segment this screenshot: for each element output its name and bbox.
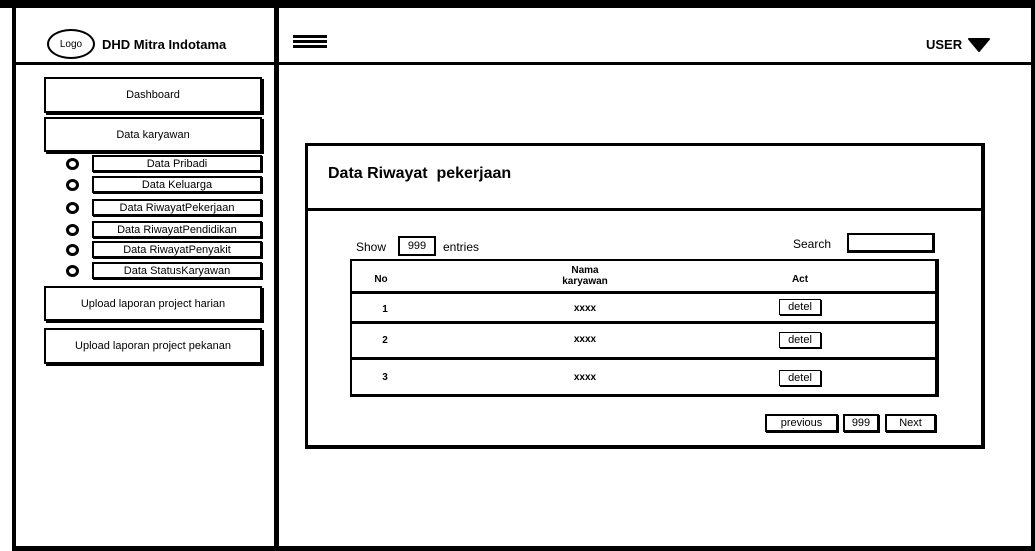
hamburger-icon[interactable] [293, 35, 327, 49]
radio-bullet-icon[interactable] [66, 157, 79, 170]
page-number-button[interactable]: 999 [843, 414, 879, 432]
detail-button[interactable]: detel [779, 299, 821, 315]
sidebar-subitem-data-riwayat-pendidikan[interactable]: Data RiwayatPendidikan [92, 221, 262, 238]
sidebar-subitem-row: Data Pribadi [66, 155, 262, 172]
sidebar-item-label: Data karyawan [116, 128, 190, 141]
frame-right-border [1031, 8, 1035, 551]
panel-divider [305, 208, 985, 211]
frame-bottom-border [12, 546, 1035, 551]
sidebar-subitem-row: Data StatusKaryawan [66, 262, 262, 279]
sidebar-item-label: Dashboard [126, 89, 180, 101]
sidebar-subitem-data-keluarga[interactable]: Data Keluarga [92, 176, 262, 193]
radio-bullet-icon[interactable] [66, 223, 79, 236]
sidebar-divider [274, 8, 279, 548]
row-separator [350, 357, 939, 360]
table-cell-no: 2 [382, 335, 388, 346]
row-separator [350, 321, 939, 324]
sidebar-subitem-row: Data RiwayatPenyakit [66, 241, 262, 258]
previous-button[interactable]: previous [765, 414, 838, 432]
user-label: USER [926, 37, 963, 52]
app-frame: Logo DHD Mitra Indotama USER Dashboard D… [0, 0, 1035, 551]
sidebar-item-upload-harian[interactable]: Upload laporan project harian [44, 286, 262, 321]
search-label: Search [793, 237, 832, 251]
sidebar-subitem-data-pribadi[interactable]: Data Pribadi [92, 155, 262, 172]
radio-bullet-icon[interactable] [66, 243, 79, 256]
table-cell-nama: xxxx [573, 303, 597, 314]
radio-bullet-icon[interactable] [66, 264, 79, 277]
sidebar-item-label: Upload laporan project harian [80, 297, 226, 310]
sidebar-subitem-data-riwayat-pekerjaan[interactable]: Data RiwayatPekerjaan [92, 199, 262, 216]
page-title: Data Riwayat pekerjaan [328, 165, 512, 182]
row-separator [350, 291, 939, 294]
logo-text: Logo [59, 38, 83, 50]
data-table [350, 259, 939, 397]
sidebar-subitem-row: Data RiwayatPekerjaan [66, 199, 262, 216]
entries-per-page-select[interactable]: 999 [398, 236, 436, 256]
sidebar-item-upload-pekanan[interactable]: Upload laporan project pekanan [44, 328, 262, 364]
brand-name: DHD Mitra Indotama [102, 37, 227, 52]
detail-button[interactable]: detel [779, 370, 821, 386]
entries-label: entries [443, 240, 480, 254]
next-button[interactable]: Next [885, 414, 936, 432]
sidebar-item-label: Upload laporan project pekanan [75, 340, 231, 352]
column-header-nama-line1: Nama [571, 265, 599, 276]
show-label: Show [356, 240, 387, 254]
sidebar-item-data-karyawan[interactable]: Data karyawan [44, 117, 262, 152]
detail-button[interactable]: detel [779, 332, 821, 348]
sidebar-subitem-row: Data RiwayatPendidikan [66, 221, 262, 238]
column-header-nama: Nama karyawan [540, 265, 630, 287]
user-menu[interactable]: USER [926, 37, 991, 52]
column-header-no: No [374, 274, 388, 285]
table-cell-nama: xxxx [573, 334, 597, 345]
table-cell-no: 3 [382, 372, 388, 383]
sidebar-item-dashboard[interactable]: Dashboard [44, 77, 262, 113]
sidebar-subitem-data-riwayat-penyakit[interactable]: Data RiwayatPenyakit [92, 241, 262, 258]
table-cell-nama: xxxx [573, 372, 597, 383]
column-header-nama-line2: karyawan [562, 276, 608, 287]
sidebar-subitem-row: Data Keluarga [66, 176, 262, 193]
column-header-act: Act [791, 274, 809, 285]
table-cell-no: 1 [382, 304, 388, 315]
radio-bullet-icon[interactable] [66, 201, 79, 214]
frame-left-border [12, 8, 16, 551]
frame-top-border [0, 0, 1035, 8]
logo[interactable]: Logo [47, 29, 95, 59]
search-input[interactable] [847, 233, 935, 253]
sidebar-subitem-data-status-karyawan[interactable]: Data StatusKaryawan [92, 262, 262, 279]
radio-bullet-icon[interactable] [66, 178, 79, 191]
header-divider [16, 62, 1032, 65]
caret-down-icon [968, 37, 991, 52]
